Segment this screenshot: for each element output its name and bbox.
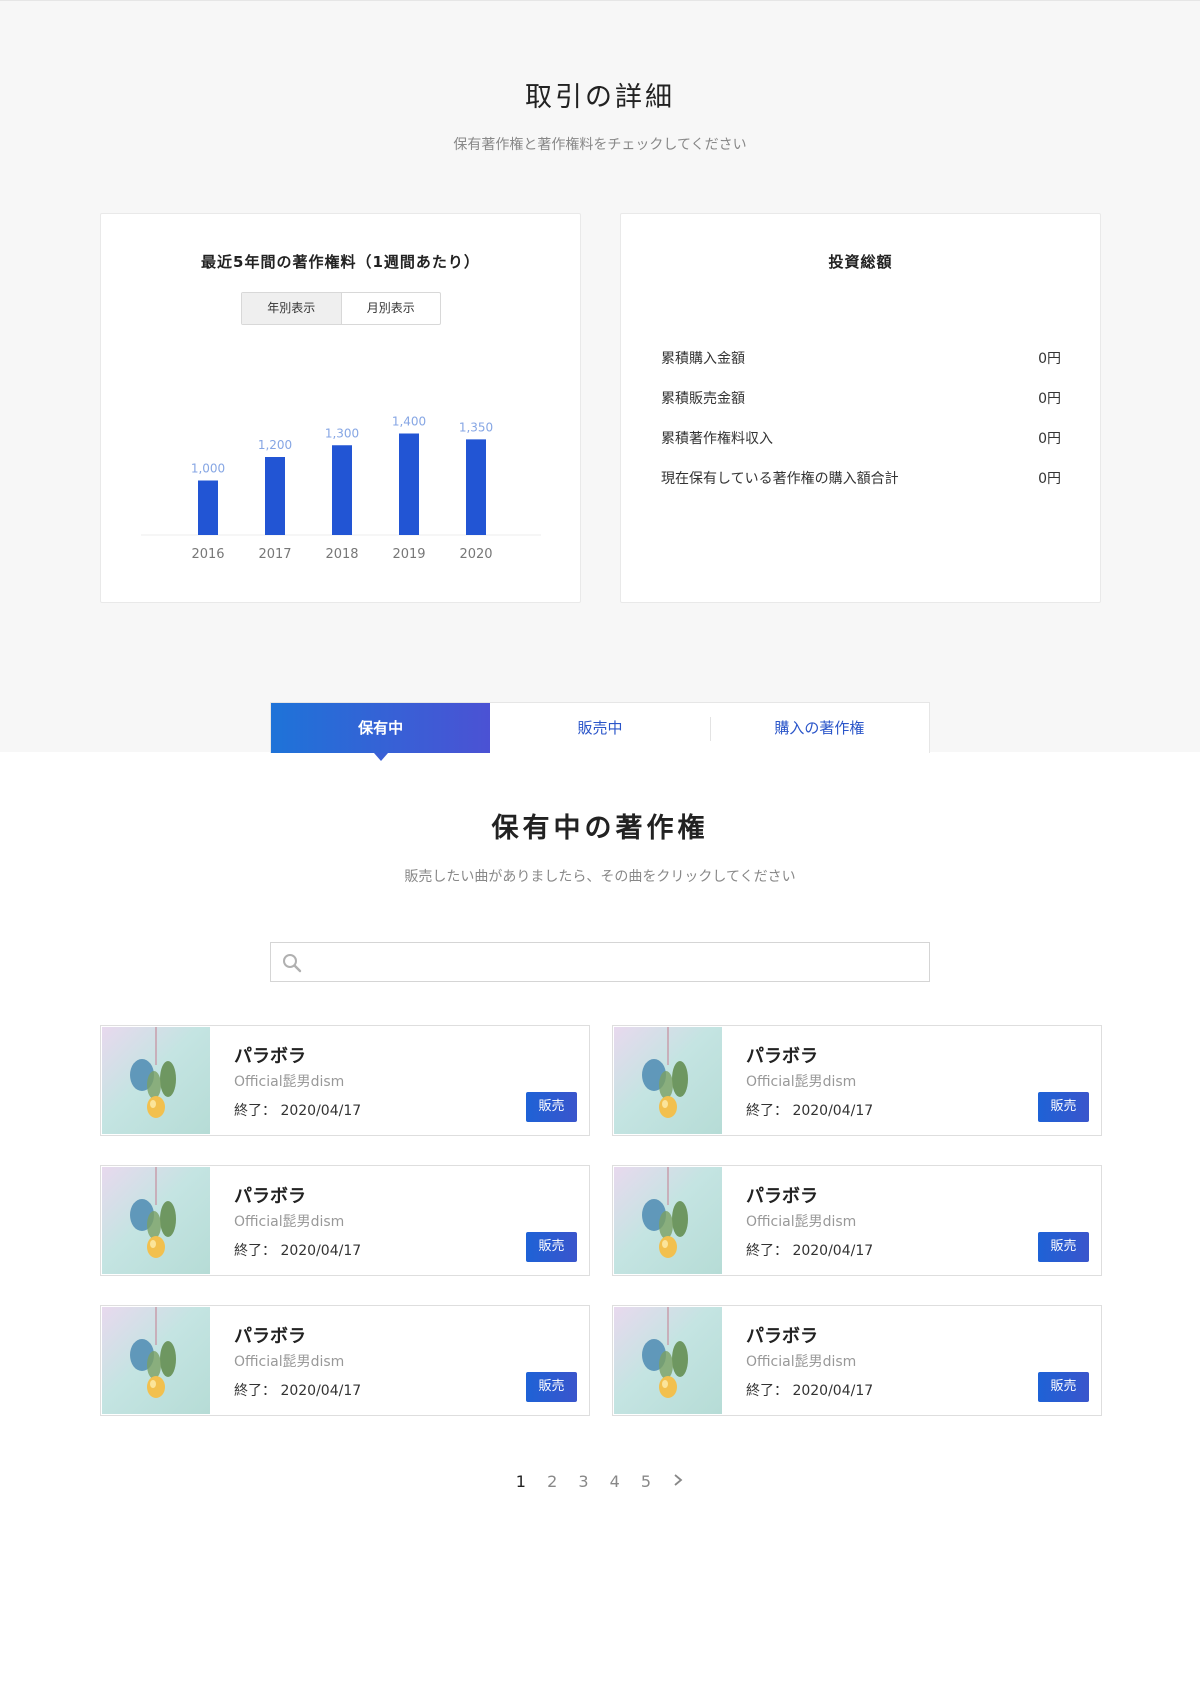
album-art-image <box>102 1027 210 1134</box>
invest-label: 累積販売金額 <box>661 391 745 407</box>
sell-button[interactable]: 販売 <box>1038 1372 1089 1402</box>
royalty-chart-card: 最近5年間の著作権料（1週間あたり） 年別表示 月別表示 1,000 2016 1,… <box>100 213 581 603</box>
invest-value: 0円 <box>1038 431 1061 447</box>
song-title: パラボラ <box>746 1046 818 1067</box>
x-tick-label: 2019 <box>392 547 425 562</box>
search-icon <box>283 954 302 973</box>
copyright-card[interactable]: パラボラ Official髭男dism 終了： 2020/04/17 販売 <box>100 1025 590 1136</box>
royalty-bar-chart: 1,000 2016 1,200 2017 1,300 2018 1,400 2019 1,35… <box>141 415 541 562</box>
x-tick-label: 2018 <box>325 547 358 562</box>
chart-bar <box>332 445 352 535</box>
bar-value-label: 1,400 <box>392 415 426 429</box>
invest-label: 累積購入金額 <box>661 351 745 367</box>
invest-row: 累積購入金額 0円 <box>661 349 1061 389</box>
sell-button[interactable]: 販売 <box>1038 1092 1089 1122</box>
copyright-card[interactable]: パラボラ Official髭男dism 終了： 2020/04/17 販売 <box>612 1025 1102 1136</box>
page-link[interactable]: 2 <box>547 1472 557 1491</box>
artist-name: Official髭男dism <box>234 1074 345 1090</box>
copyright-card[interactable]: パラボラ Official髭男dism 終了： 2020/04/17 販売 <box>612 1165 1102 1276</box>
tab-selling[interactable]: 販売中 <box>490 703 709 753</box>
chart-bar <box>265 457 285 535</box>
invest-card-title: 投資総額 <box>828 253 893 271</box>
search-box <box>270 942 930 982</box>
chart-bar <box>198 480 218 535</box>
end-date: 終了： 2020/04/17 <box>234 1383 362 1399</box>
album-thumbnail <box>102 1307 210 1414</box>
investment-total-card: 投資総額 累積購入金額 0円 累積販売金額 0円 累積著作権料収入 0円 現在保… <box>620 213 1101 603</box>
x-tick-label: 2017 <box>258 547 291 562</box>
album-thumbnail <box>614 1167 722 1274</box>
copyright-card[interactable]: パラボラ Official髭男dism 終了： 2020/04/17 販売 <box>100 1165 590 1276</box>
end-date: 終了： 2020/04/17 <box>234 1103 362 1119</box>
album-art-image <box>614 1027 722 1134</box>
bar-value-label: 1,200 <box>258 438 292 452</box>
invest-label: 現在保有している著作権の購入額合計 <box>661 471 899 487</box>
chart-bar <box>399 433 419 535</box>
invest-value: 0円 <box>1038 351 1061 367</box>
album-thumbnail <box>614 1307 722 1414</box>
album-thumbnail <box>102 1027 210 1134</box>
x-tick-label: 2016 <box>191 547 224 562</box>
song-title: パラボラ <box>234 1046 306 1067</box>
bar-value-label: 1,300 <box>325 426 359 440</box>
end-date: 終了： 2020/04/17 <box>746 1383 874 1399</box>
search-input[interactable] <box>311 949 911 975</box>
album-art-image <box>614 1167 722 1274</box>
tab-purchased[interactable]: 購入の著作権 <box>710 703 929 753</box>
page-link[interactable]: 5 <box>641 1472 651 1491</box>
artist-name: Official髭男dism <box>746 1354 857 1370</box>
sell-button[interactable]: 販売 <box>526 1092 577 1122</box>
album-thumbnail <box>102 1167 210 1274</box>
page-link[interactable]: 4 <box>610 1472 620 1491</box>
chevron-right-icon[interactable] <box>672 1472 684 1491</box>
page-link[interactable]: 1 <box>516 1472 526 1491</box>
album-thumbnail <box>614 1027 722 1134</box>
album-art-image <box>102 1167 210 1274</box>
song-title: パラボラ <box>234 1186 306 1207</box>
end-date: 終了： 2020/04/17 <box>746 1243 874 1259</box>
chart-bar <box>466 439 486 535</box>
tab-bar: 保有中 販売中 購入の著作権 <box>270 702 930 761</box>
bar-value-label: 1,350 <box>459 420 493 434</box>
invest-value: 0円 <box>1038 471 1061 487</box>
song-title: パラボラ <box>234 1326 306 1347</box>
artist-name: Official髭男dism <box>746 1214 857 1230</box>
invest-row: 累積著作権料収入 0円 <box>661 429 1061 469</box>
invest-row: 現在保有している著作権の購入額合計 0円 <box>661 469 1061 509</box>
x-tick-label: 2020 <box>459 547 492 562</box>
end-date: 終了： 2020/04/17 <box>746 1103 874 1119</box>
song-title: パラボラ <box>746 1326 818 1347</box>
pagination: 1 2 3 4 5 <box>0 1472 1200 1491</box>
invest-value: 0円 <box>1038 391 1061 407</box>
tab-owned[interactable]: 保有中 <box>271 703 491 761</box>
artist-name: Official髭男dism <box>234 1354 345 1370</box>
sell-button[interactable]: 販売 <box>526 1232 577 1262</box>
page-subtitle: 保有著作権と著作権料をチェックしてください <box>453 137 747 153</box>
end-date: 終了： 2020/04/17 <box>234 1243 362 1259</box>
album-art-image <box>102 1307 210 1414</box>
invest-row: 累積販売金額 0円 <box>661 389 1061 429</box>
bar-value-label: 1,000 <box>191 462 225 476</box>
album-art-image <box>614 1307 722 1414</box>
artist-name: Official髭男dism <box>234 1214 345 1230</box>
copyright-card[interactable]: パラボラ Official髭男dism 終了： 2020/04/17 販売 <box>100 1305 590 1416</box>
sell-button[interactable]: 販売 <box>526 1372 577 1402</box>
page-title: 取引の詳細 <box>525 82 675 113</box>
investment-list: 累積購入金額 0円 累積販売金額 0円 累積著作権料収入 0円 現在保有している… <box>661 349 1061 509</box>
summary-section: 取引の詳細 保有著作権と著作権料をチェックしてください 最近5年間の著作権料（1… <box>0 0 1200 761</box>
copyright-card[interactable]: パラボラ Official髭男dism 終了： 2020/04/17 販売 <box>612 1305 1102 1416</box>
artist-name: Official髭男dism <box>746 1074 857 1090</box>
sell-button[interactable]: 販売 <box>1038 1232 1089 1262</box>
page-link[interactable]: 3 <box>578 1472 588 1491</box>
owned-section-title: 保有中の著作権 <box>491 813 709 844</box>
owned-section-subtitle: 販売したい曲がありましたら、その曲をクリックしてください <box>404 869 796 885</box>
song-title: パラボラ <box>746 1186 818 1207</box>
invest-label: 累積著作権料収入 <box>661 431 773 447</box>
